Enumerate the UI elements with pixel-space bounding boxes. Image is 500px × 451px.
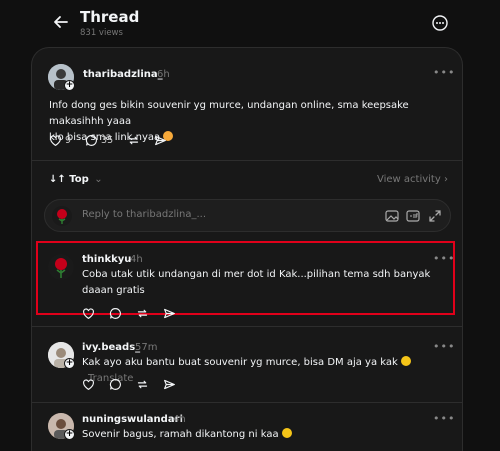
reply-actions [82,378,190,391]
send-icon [164,308,175,319]
follow-plus-icon[interactable]: + [64,80,75,91]
reply-box [44,199,451,232]
post-time: 6h [157,69,170,80]
comment-button[interactable]: 35 [85,134,113,147]
reply-text: Sovenir bagus, ramah dikantong ni kaa [82,427,452,443]
heart-icon [83,379,94,391]
post-more-icon[interactable]: ••• [433,66,455,79]
view-activity-label: View activity [377,174,441,185]
follow-plus-icon[interactable]: + [64,358,75,369]
chevron-down-icon: ⌄ [94,174,103,185]
reply-text-line1: Sovenir bagus, ramah dikantong ni kaa [82,429,279,440]
reply-text-line1: Coba utak utik undangan di mer dot id Ka… [82,269,431,280]
reply-actions [82,307,190,320]
reply-time: 4h [130,254,143,265]
comment-icon [109,308,121,319]
like-count: 9 [65,135,72,146]
share-button[interactable] [163,307,176,320]
reply-more-icon[interactable]: ••• [433,412,455,425]
repost-icon [137,309,148,318]
share-button[interactable] [154,134,167,147]
sort-arrows-icon: ↓↑ [49,174,66,185]
divider [32,326,462,327]
reply-more-icon[interactable]: ••• [433,252,455,265]
smile-emoji-icon [401,356,411,366]
sort-label: Top [69,174,89,185]
reply-username[interactable]: thinkkyu [82,254,131,265]
reply-username[interactable]: ivy.beads_ [82,342,140,353]
chevron-right-icon: › [443,174,448,185]
like-button[interactable]: 9 [49,134,71,147]
divider [32,402,462,403]
heart-icon [83,308,94,320]
post-actions: 9 35 [49,134,181,147]
post-text-line1: Info dong ges bikin souvenir yg murce, u… [49,100,409,127]
comment-icon [109,379,121,390]
reply-text: Coba utak utik undangan di mer dot id Ka… [82,267,442,299]
view-activity-link[interactable]: View activity › [377,174,448,185]
repost-button[interactable] [136,378,149,391]
comment-button[interactable] [109,378,122,391]
share-button[interactable] [163,378,176,391]
comment-count: 35 [101,135,114,146]
reply-text-line2: daaan gratis [82,285,145,296]
like-button[interactable] [82,378,95,391]
like-button[interactable] [82,307,95,320]
post-username[interactable]: tharibadzlina_ [83,69,163,80]
rose-avatar-icon[interactable] [48,254,74,280]
comment-icon [86,135,97,146]
back-arrow-icon[interactable] [51,12,71,32]
reply-time: 4h [173,414,186,425]
views-count: 831 views [80,28,123,38]
reply-time: 57m [135,342,158,353]
heart-icon [50,135,61,147]
divider [32,160,462,161]
repost-icon [137,380,148,389]
top-bar: Thread 831 views [0,0,500,46]
repost-button[interactable] [127,134,140,147]
follow-plus-icon[interactable]: + [64,429,75,440]
blush-emoji-icon [281,428,292,438]
reply-input[interactable] [82,209,342,220]
rose-avatar-icon [52,206,72,226]
repost-icon [129,136,139,145]
more-options-icon[interactable] [431,14,449,32]
send-icon [155,135,167,146]
page-title: Thread [80,8,140,26]
repost-button[interactable] [136,307,149,320]
comment-button[interactable] [109,307,122,320]
reply-username[interactable]: nuningswulandari [82,414,183,425]
gif-icon[interactable] [406,209,420,223]
reply-text-line1: Kak ayo aku bantu buat souvenir yg murce… [82,357,398,368]
reply-more-icon[interactable]: ••• [433,340,455,353]
expand-icon[interactable] [428,209,442,223]
image-icon[interactable] [385,209,399,223]
send-icon [164,379,175,390]
sort-dropdown[interactable]: ↓↑ Top ⌄ [49,174,103,185]
